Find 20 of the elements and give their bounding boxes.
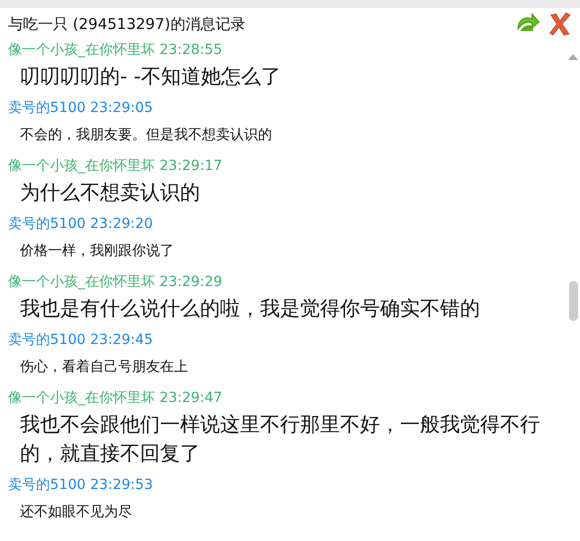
message-text: 我也不会跟他们一样说这里不行那里不好，一般我觉得不行的，就直接不回复了 <box>19 411 541 467</box>
message-text: 我也是有什么说什么的啦，我是觉得你号确实不错的 <box>19 295 481 322</box>
message-text: 伤心，看着自己号朋友在上 <box>19 358 189 377</box>
message-text: 价格一样，我刚跟你说了 <box>19 242 175 261</box>
message-header: 卖号的5100 23:29:05 <box>8 99 154 118</box>
message-text: 不会的，我朋友要。但是我不想卖认识的 <box>19 126 273 145</box>
message-header: 像一个小孩_在你怀里坏 23:28:55 <box>8 41 224 60</box>
message-header: 卖号的5100 23:29:53 <box>8 476 154 495</box>
message-header: 卖号的5100 23:29:45 <box>8 331 154 350</box>
message-text: 叨叨叨叨的- -不知道她怎么了 <box>19 63 282 90</box>
message-text: 为什么不想卖认识的 <box>19 179 201 206</box>
message-text: 还不如眼不见为尽 <box>19 503 133 522</box>
scrollbar-thumb[interactable] <box>568 281 578 321</box>
message-header: 像一个小孩_在你怀里坏 23:29:29 <box>8 273 224 292</box>
message-header: 卖号的5100 23:29:20 <box>8 215 154 234</box>
scroll-up-icon[interactable] <box>568 54 578 60</box>
message-header: 像一个小孩_在你怀里坏 23:29:47 <box>8 389 224 408</box>
window-title: 与吃一只 (294513297)的消息记录 <box>8 14 246 34</box>
message-header: 像一个小孩_在你怀里坏 23:29:17 <box>8 157 224 176</box>
close-icon[interactable] <box>548 11 572 37</box>
